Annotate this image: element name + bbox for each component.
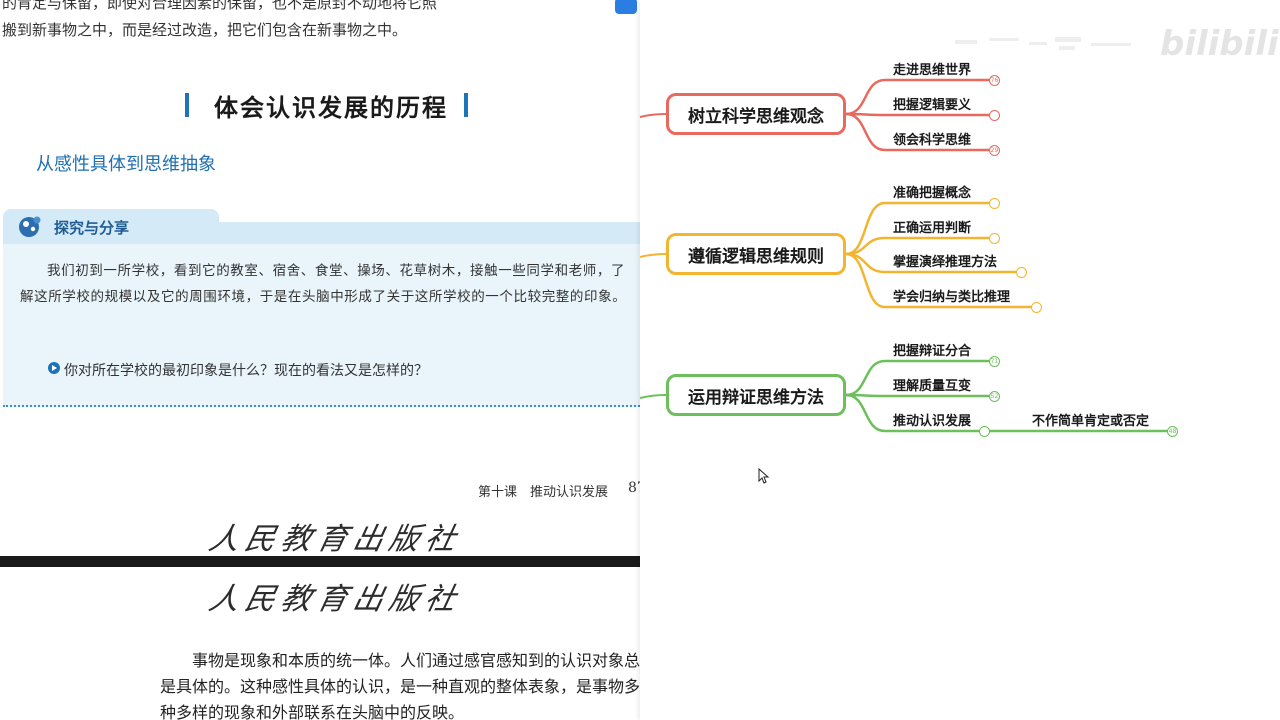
- topic-badge[interactable]: 52: [989, 391, 1000, 402]
- explore-text: 我们初到一所学校，看到它的教室、宿舍、食堂、操场、花草树木，接触一些同学和老师，…: [20, 263, 627, 305]
- mindmap-leaf[interactable]: 把握逻辑要义: [893, 94, 971, 113]
- mindmap-leaf[interactable]: 领会科学思维: [893, 129, 971, 148]
- textbook-viewer[interactable]: 的肯定与保留，即使对合理因素的保留，也不是原封不动地将它照 搬到新事物之中，而是…: [0, 0, 640, 720]
- text-line-top: 的肯定与保留，即使对合理因素的保留，也不是原封不动地将它照: [2, 0, 438, 12]
- mouse-cursor-icon: [758, 468, 770, 484]
- play-bullet-icon: [48, 362, 60, 374]
- mindmap-leaf[interactable]: 准确把握概念: [893, 182, 971, 201]
- page-divider: [0, 556, 640, 567]
- explore-icon: [19, 216, 41, 237]
- topic-badge[interactable]: 29: [989, 145, 1000, 156]
- question-text: 你对所在学校的最初印象是什么？现在的看法又是怎样的？: [64, 363, 428, 379]
- watermark-title-blur: [955, 37, 1131, 50]
- topic-badge[interactable]: 76: [989, 75, 1000, 86]
- section-title: 体会认识发展的历程: [214, 94, 448, 122]
- bilibili-watermark: bilibili: [1160, 24, 1279, 64]
- title-bar-left: [185, 93, 189, 117]
- mindmap-leaf[interactable]: 走进思维世界: [893, 59, 971, 78]
- topic-badge[interactable]: [989, 233, 1000, 244]
- mindmap-leaf[interactable]: 把握辩证分合: [893, 340, 971, 359]
- mindmap-root-2[interactable]: 遵循逻辑思维规则: [666, 233, 846, 275]
- app-corner-icon[interactable]: [615, 0, 637, 14]
- topic-badge[interactable]: 71: [989, 356, 1000, 367]
- publisher-signature: 人民教育出版社: [205, 522, 465, 557]
- topic-badge[interactable]: 48: [1167, 426, 1178, 437]
- text-line-continuation: 搬到新事物之中，而是经过改造，把它们包含在新事物之中。: [2, 21, 408, 39]
- mindmap-leaf[interactable]: 正确运用判断: [893, 217, 971, 236]
- mindmap-leaf[interactable]: 推动认识发展: [893, 410, 971, 429]
- mindmap-leaf[interactable]: 学会归纳与类比推理: [893, 286, 1010, 305]
- subsection-title: 从感性具体到思维抽象: [36, 154, 216, 175]
- mindmap-leaf[interactable]: 理解质量互变: [893, 375, 971, 394]
- topic-badge[interactable]: [989, 198, 1000, 209]
- topic-badge[interactable]: [1031, 302, 1042, 313]
- mindmap-root-1[interactable]: 树立科学思维观念: [666, 93, 846, 135]
- mindmap-subleaf[interactable]: 不作简单肯定或否定: [1032, 410, 1149, 429]
- topic-badge[interactable]: [979, 426, 990, 437]
- publisher-signature-next: 人民教育出版社: [205, 582, 465, 617]
- mindmap-root-3[interactable]: 运用辩证思维方法: [666, 374, 846, 416]
- footer-lesson: 第十课 推动认识发展: [478, 485, 609, 500]
- mindmap-leaf[interactable]: 掌握演绎推理方法: [893, 251, 997, 270]
- topic-badge[interactable]: [1016, 267, 1027, 278]
- explore-label: 探究与分享: [54, 219, 130, 237]
- page-number: 87: [628, 480, 640, 496]
- title-bar-right: [464, 93, 468, 117]
- body-text: 事物是现象和本质的统一体。人们通过感官感知到的认识对象总是具体的。这种感性具体的…: [160, 651, 640, 720]
- topic-badge[interactable]: [989, 110, 1000, 121]
